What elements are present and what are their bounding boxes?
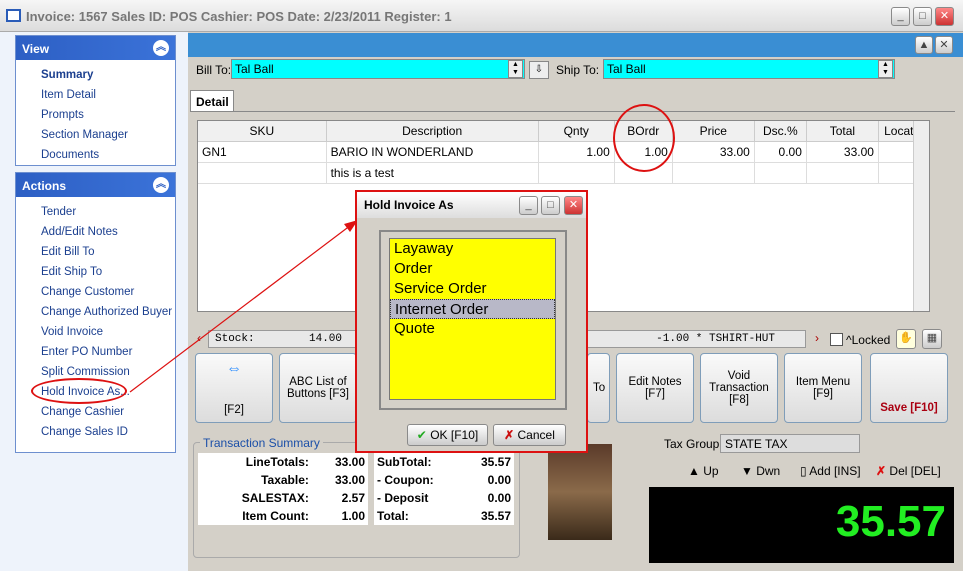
x-icon: ✗ <box>504 428 515 442</box>
cancel-label: Cancel <box>517 428 555 442</box>
dialog-minimize-button[interactable]: _ <box>519 196 538 215</box>
hold-option[interactable]: Order <box>390 259 555 279</box>
checkmark-icon: ✔ <box>416 428 427 442</box>
hold-invoice-dialog: Hold Invoice As _ □ ✕ Layaway Order Servic… <box>355 190 588 453</box>
hold-option[interactable]: Service Order <box>390 279 555 299</box>
hold-type-list[interactable]: Layaway Order Service Order Internet Order Q… <box>389 238 556 400</box>
ok-button[interactable]: ✔ OK [F10] <box>407 424 488 446</box>
hold-option[interactable]: Internet Order <box>390 299 555 319</box>
dialog-maximize-button[interactable]: □ <box>541 196 560 215</box>
hold-option[interactable]: Quote <box>390 319 555 339</box>
hold-option[interactable]: Layaway <box>390 239 555 259</box>
cancel-button[interactable]: ✗ Cancel <box>493 424 566 446</box>
dialog-close-button[interactable]: ✕ <box>564 196 583 215</box>
dialog-title: Hold Invoice As <box>364 198 454 212</box>
ok-label: OK [F10] <box>430 428 479 442</box>
dialog-title-bar: Hold Invoice As _ □ ✕ <box>357 192 586 218</box>
